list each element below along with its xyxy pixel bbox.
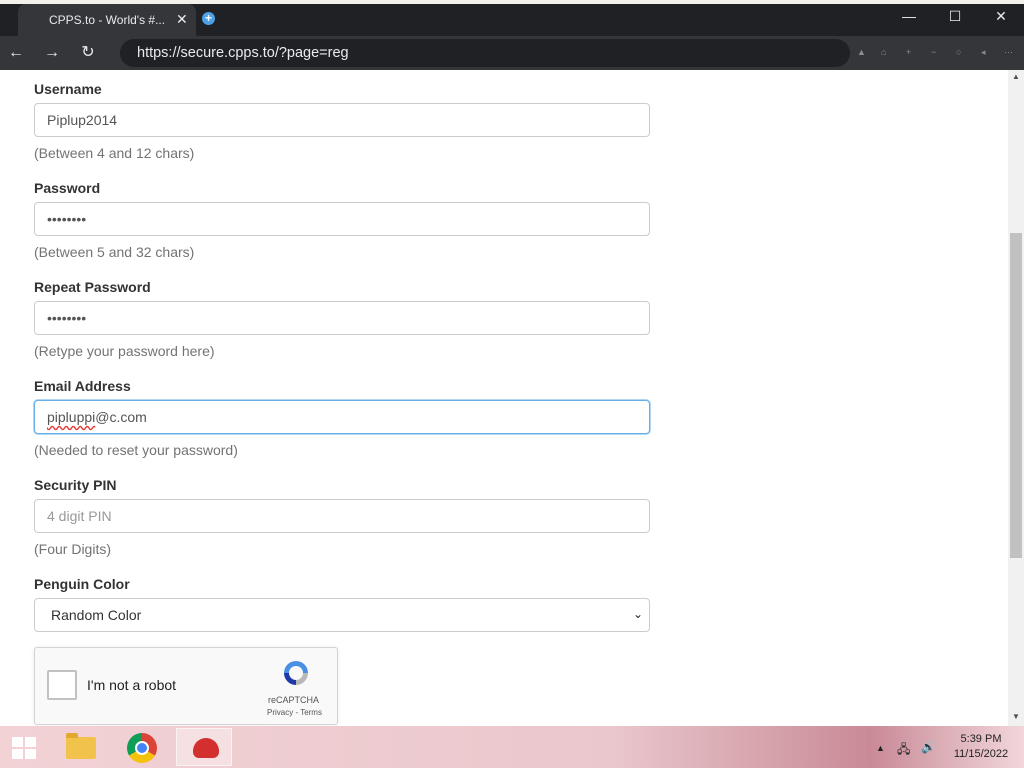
taskbar-file-explorer[interactable]: [52, 728, 108, 766]
windows-taskbar: ▲ 🖧 🔊 5:39 PM 11/15/2022: [0, 726, 1024, 768]
repeat-password-help: (Retype your password here): [34, 343, 215, 359]
window-close-icon[interactable]: ✕: [989, 8, 1013, 28]
color-selected-value: Random Color: [51, 607, 142, 623]
minus-icon[interactable]: −: [931, 47, 936, 57]
penguin-icon: [193, 738, 219, 758]
chrome-icon: [127, 733, 157, 763]
address-bar[interactable]: https://secure.cpps.to/?page=reg: [120, 39, 850, 67]
page-content: Username Piplup2014 (Between 4 and 12 ch…: [0, 70, 1008, 726]
email-label: Email Address: [34, 378, 131, 394]
folder-icon: [66, 733, 96, 759]
recaptcha-brand: reCAPTCHA: [268, 695, 320, 705]
taskbar-chrome[interactable]: [114, 728, 170, 766]
pin-help: (Four Digits): [34, 541, 112, 557]
add-icon[interactable]: +: [906, 47, 911, 57]
tab-close-icon[interactable]: ✕: [176, 11, 188, 28]
minimize-icon[interactable]: —: [897, 8, 921, 28]
home-icon[interactable]: ⌂: [881, 47, 886, 57]
email-help: (Needed to reset your password): [34, 442, 238, 458]
browser-tab[interactable]: CPPS.to - World's #... ✕: [18, 4, 196, 36]
forward-icon[interactable]: →: [41, 42, 63, 64]
repeat-password-label: Repeat Password: [34, 279, 151, 295]
password-input[interactable]: ••••••••: [34, 202, 650, 236]
extension-icon[interactable]: ▲: [857, 47, 866, 57]
scroll-down-icon[interactable]: ▼: [1008, 712, 1024, 721]
pin-placeholder: 4 digit PIN: [47, 508, 112, 524]
chevron-down-icon: ⌄: [632, 607, 643, 621]
taskbar-clock[interactable]: 5:39 PM 11/15/2022: [948, 732, 1014, 762]
clock-time: 5:39 PM: [960, 733, 1002, 745]
repeat-password-input[interactable]: ••••••••: [34, 301, 650, 335]
recaptcha-logo-icon: [284, 661, 308, 685]
new-tab-icon[interactable]: +: [202, 12, 215, 25]
color-select[interactable]: Random Color ⌄: [34, 598, 650, 632]
color-label: Penguin Color: [34, 576, 130, 592]
tab-title: CPPS.to - World's #...: [49, 13, 166, 27]
recaptcha-widget: I'm not a robot reCAPTCHA Privacy - Term…: [34, 647, 338, 725]
clock-date: 11/15/2022: [953, 748, 1009, 760]
email-input[interactable]: pipluppi@c.com: [34, 400, 650, 434]
browser-title-bar: CPPS.to - World's #... ✕ + — ☐ ✕: [0, 0, 1024, 36]
page-scrollbar[interactable]: ▲ ▼: [1008, 70, 1024, 726]
tray-chevron-icon[interactable]: ▲: [876, 743, 885, 753]
email-value: pipluppi@c.com: [47, 409, 147, 425]
pin-label: Security PIN: [34, 477, 117, 493]
sound-icon[interactable]: ◂: [981, 47, 986, 58]
volume-icon[interactable]: 🔊: [921, 740, 936, 754]
username-label: Username: [34, 81, 102, 97]
recaptcha-links[interactable]: Privacy - Terms: [267, 708, 322, 717]
reload-icon[interactable]: ↻: [77, 42, 99, 64]
email-domain-part: @c.com: [95, 409, 147, 425]
recaptcha-checkbox[interactable]: [47, 670, 77, 700]
username-help: (Between 4 and 12 chars): [34, 145, 195, 161]
recaptcha-label: I'm not a robot: [87, 677, 177, 693]
taskbar-cpps-app[interactable]: [176, 728, 232, 766]
browser-toolbar: ← → ↻ https://secure.cpps.to/?page=reg ▲…: [0, 36, 1024, 70]
refresh-small-icon[interactable]: ○: [956, 47, 961, 57]
maximize-icon[interactable]: ☐: [943, 8, 967, 28]
pin-input[interactable]: 4 digit PIN: [34, 499, 650, 533]
username-input[interactable]: Piplup2014: [34, 103, 650, 137]
username-value: Piplup2014: [47, 112, 118, 128]
network-icon[interactable]: 🖧: [897, 740, 910, 761]
windows-start-icon[interactable]: [12, 737, 36, 759]
menu-icon[interactable]: ⋯: [1004, 47, 1013, 58]
repeat-password-value: ••••••••: [47, 310, 87, 326]
email-misspelled-part: pipluppi: [47, 409, 96, 425]
password-label: Password: [34, 180, 101, 196]
back-icon[interactable]: ←: [5, 42, 27, 64]
password-value: ••••••••: [47, 211, 87, 227]
password-help: (Between 5 and 32 chars): [34, 244, 195, 260]
url-text: https://secure.cpps.to/?page=reg: [137, 45, 349, 61]
scroll-up-icon[interactable]: ▲: [1008, 72, 1024, 81]
scrollbar-thumb[interactable]: [1010, 233, 1022, 558]
